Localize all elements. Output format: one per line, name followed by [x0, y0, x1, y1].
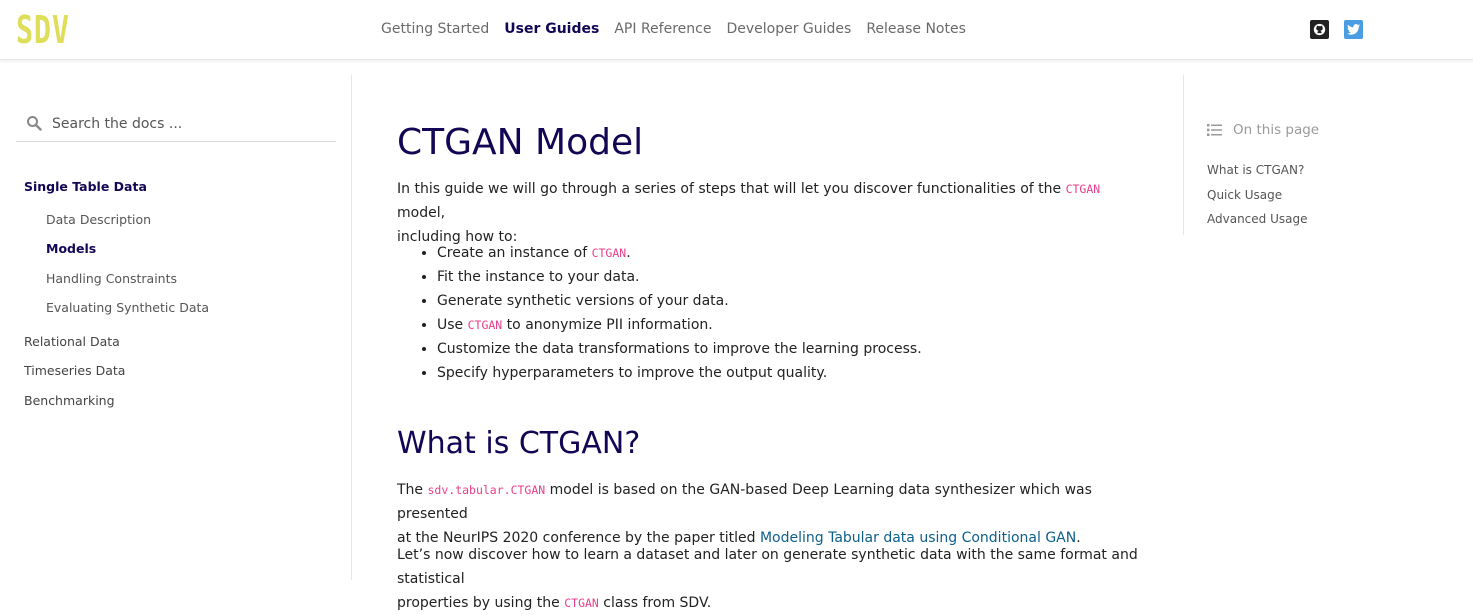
sidebar-item-evaluating-synthetic-data[interactable]: Evaluating Synthetic Data: [46, 300, 209, 316]
on-this-page-toc: On this page What is CTGAN? Quick Usage …: [1183, 75, 1444, 235]
list-item: Customize the data transformations to im…: [437, 337, 1157, 361]
list-item: Fit the instance to your data.: [437, 265, 1157, 289]
list-item: Generate synthetic versions of your data…: [437, 289, 1157, 313]
inline-code: CTGAN: [467, 318, 503, 332]
list-item: Use CTGAN to anonymize PII information.: [437, 313, 1157, 337]
section-title-what-is-ctgan: What is CTGAN?: [397, 426, 641, 461]
ctgan-description-paragraph: The sdv.tabular.CTGAN model is based on …: [397, 482, 1092, 546]
inline-code: CTGAN: [591, 246, 627, 260]
nav-getting-started[interactable]: Getting Started: [381, 20, 489, 38]
nav-user-guides[interactable]: User Guides: [504, 20, 599, 38]
main-content: CTGAN Model In this guide we will go thr…: [397, 75, 1157, 611]
twitter-icon[interactable]: [1344, 20, 1363, 39]
inline-code: CTGAN: [1065, 182, 1101, 196]
steps-list: Create an instance of CTGAN. Fit the ins…: [419, 241, 1157, 385]
toc-title-text: On this page: [1233, 122, 1320, 138]
sidebar-item-benchmarking[interactable]: Benchmarking: [24, 393, 115, 409]
discover-paragraph: Let’s now discover how to learn a datase…: [397, 547, 1138, 611]
toc-item-what-is-ctgan[interactable]: What is CTGAN?: [1207, 163, 1304, 177]
intro-text: model,: [397, 205, 446, 221]
sidebar-item-single-table-data[interactable]: Single Table Data: [24, 179, 147, 195]
search-icon: [26, 115, 42, 135]
github-icon[interactable]: [1310, 20, 1329, 39]
intro-paragraph: In this guide we will go through a serie…: [397, 177, 1152, 249]
toc-item-quick-usage[interactable]: Quick Usage: [1207, 188, 1282, 202]
social-links: [1310, 20, 1363, 39]
list-item: Create an instance of CTGAN.: [437, 241, 1157, 265]
top-nav: Getting Started User Guides API Referenc…: [381, 20, 981, 38]
sidebar-item-models[interactable]: Models: [46, 241, 96, 257]
toc-item-advanced-usage[interactable]: Advanced Usage: [1207, 212, 1307, 226]
sidebar-item-timeseries-data[interactable]: Timeseries Data: [24, 363, 125, 379]
intro-text: In this guide we will go through a serie…: [397, 181, 1066, 197]
nav-release-notes[interactable]: Release Notes: [866, 20, 966, 38]
left-sidebar: Single Table Data Data Description Model…: [0, 75, 352, 580]
sidebar-item-data-description[interactable]: Data Description: [46, 212, 151, 228]
inline-code: sdv.tabular.CTGAN: [427, 483, 546, 497]
inline-code: CTGAN: [564, 596, 599, 610]
search-input[interactable]: [50, 112, 334, 136]
sidebar-item-relational-data[interactable]: Relational Data: [24, 334, 120, 350]
top-navbar: SDV Getting Started User Guides API Refe…: [0, 0, 1473, 60]
search-box: [16, 107, 336, 142]
nav-api-reference[interactable]: API Reference: [614, 20, 711, 38]
toc-heading: On this page: [1207, 122, 1319, 138]
list-item: Specify hyperparameters to improve the o…: [437, 361, 1157, 385]
sidebar-item-handling-constraints[interactable]: Handling Constraints: [46, 271, 177, 287]
nav-developer-guides[interactable]: Developer Guides: [726, 20, 851, 38]
page-title: CTGAN Model: [397, 122, 644, 163]
list-icon: [1207, 124, 1222, 136]
sdv-logo[interactable]: SDV: [16, 10, 70, 50]
